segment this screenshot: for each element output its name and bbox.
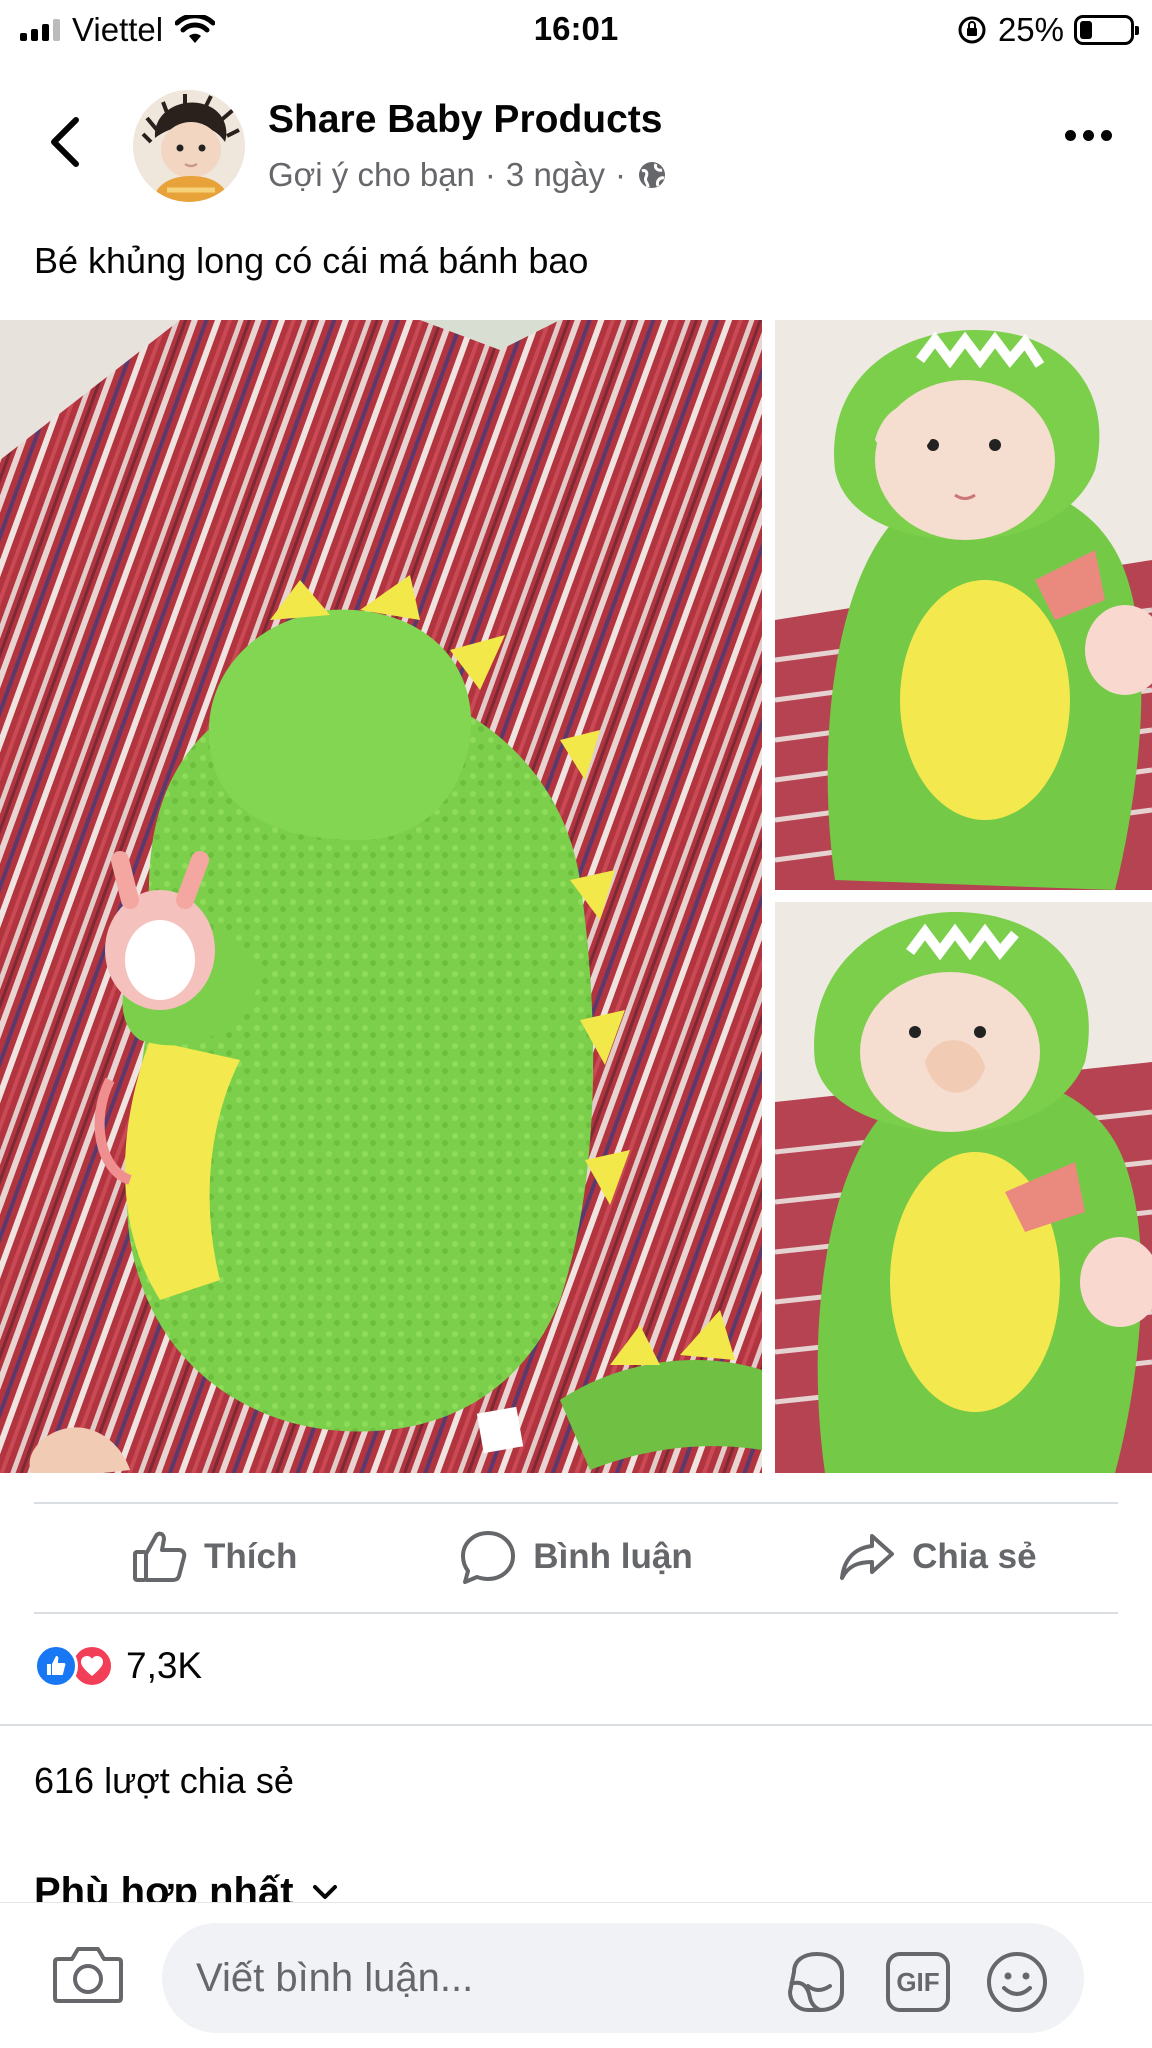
- post-photo-main[interactable]: [0, 320, 762, 1473]
- page-avatar[interactable]: [133, 90, 245, 202]
- photo-grid: [0, 320, 1152, 1473]
- like-button[interactable]: Thích: [34, 1504, 395, 1610]
- share-button[interactable]: Chia sẻ: [757, 1504, 1118, 1610]
- globe-icon: [639, 162, 666, 188]
- gif-icon: GIF: [886, 1952, 950, 2012]
- meta-separator: ·: [484, 156, 496, 193]
- back-chevron-icon: [51, 117, 79, 167]
- post-meta: Gợi ý cho bạn · 3 ngày ·: [268, 156, 668, 194]
- comment-composer: GIF: [0, 1902, 1152, 2048]
- divider: [0, 1724, 1152, 1726]
- emoji-button[interactable]: [984, 1950, 1050, 2014]
- post-caption: Bé khủng long có cái má bánh bao: [34, 240, 589, 281]
- reaction-summary[interactable]: 7,3K: [34, 1644, 202, 1688]
- battery-icon: [1074, 15, 1139, 45]
- share-label: Chia sẻ: [912, 1537, 1037, 1576]
- back-button[interactable]: [40, 112, 90, 172]
- divider: [34, 1612, 1118, 1614]
- page-name[interactable]: Share Baby Products: [268, 98, 662, 142]
- share-arrow-icon: [840, 1534, 895, 1580]
- post-photo-top[interactable]: [775, 320, 1152, 890]
- gif-button[interactable]: GIF: [884, 1950, 952, 2014]
- suggested-label: Gợi ý cho bạn: [268, 156, 475, 193]
- camera-button[interactable]: [52, 1943, 124, 2005]
- more-options-button[interactable]: [1065, 130, 1112, 141]
- like-reaction-icon: [34, 1644, 78, 1688]
- camera-icon: [53, 1947, 123, 2003]
- emoji-icon: [987, 1952, 1047, 2012]
- battery-percent: 25%: [997, 11, 1064, 48]
- sticker-icon: [787, 1951, 844, 2012]
- comment-button[interactable]: Bình luận: [395, 1504, 756, 1610]
- reaction-count: 7,3K: [126, 1645, 203, 1686]
- meta-separator: ·: [615, 156, 627, 193]
- like-label: Thích: [204, 1537, 298, 1576]
- chevron-down-icon: [312, 1885, 337, 1899]
- thumbs-up-icon: [133, 1531, 187, 1582]
- sticker-button[interactable]: [784, 1950, 850, 2014]
- post-header: Share Baby Products Gợi ý cho bạn · 3 ng…: [0, 80, 1152, 210]
- post-photo-bottom[interactable]: [775, 902, 1152, 1473]
- share-count[interactable]: 616 lượt chia sẻ: [34, 1760, 294, 1802]
- post-time[interactable]: 3 ngày: [506, 156, 605, 194]
- orientation-lock-icon: [958, 16, 986, 44]
- comment-label: Bình luận: [533, 1537, 693, 1576]
- status-bar: Viettel 16:01 25%: [0, 0, 1152, 62]
- more-dots-icon: [1065, 130, 1076, 141]
- post-actions: Thích Bình luận Chia sẻ: [34, 1504, 1118, 1610]
- speech-bubble-icon: [461, 1531, 516, 1584]
